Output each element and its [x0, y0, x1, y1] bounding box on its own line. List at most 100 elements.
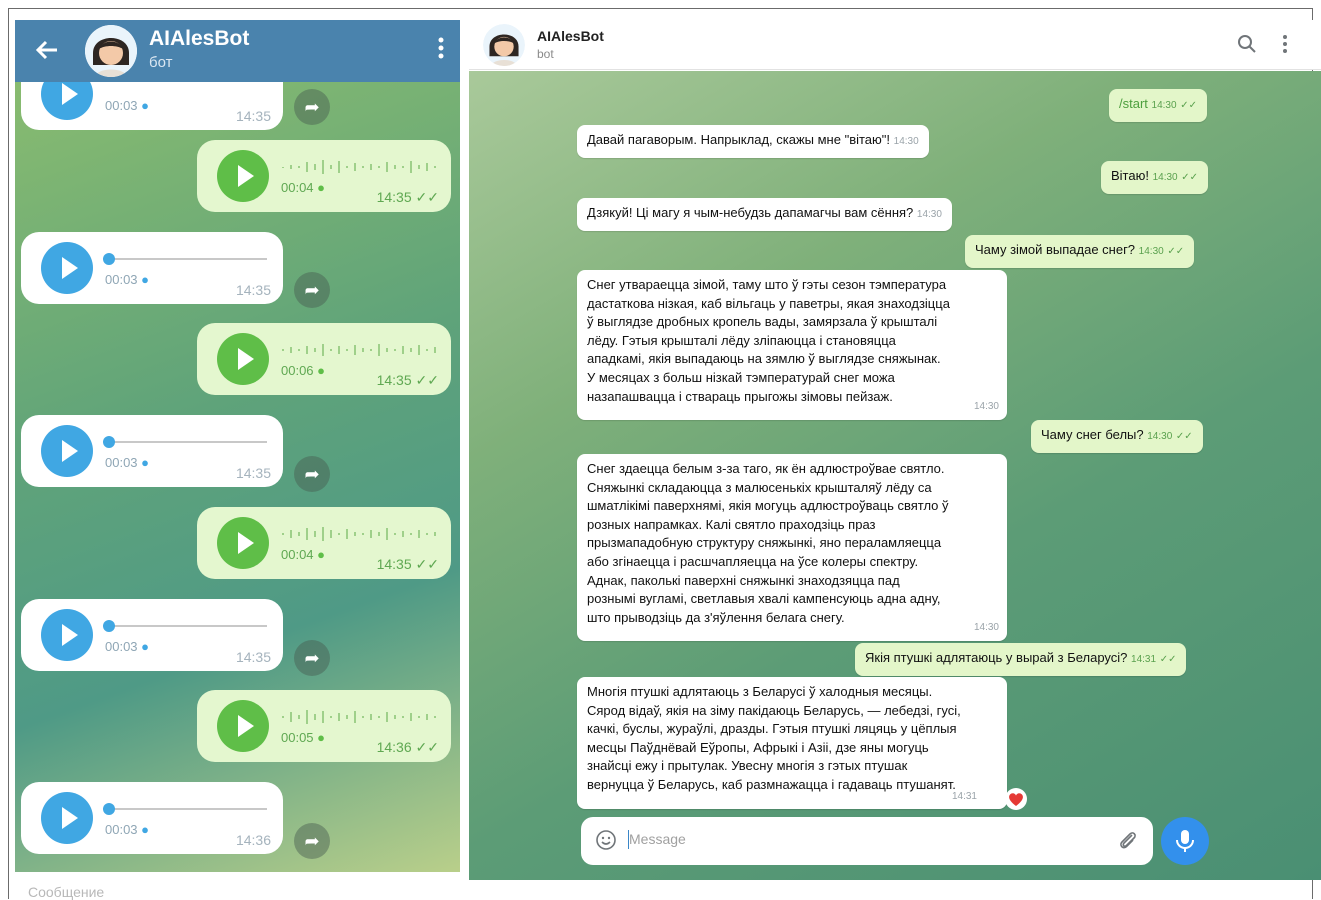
kebab-menu-icon[interactable] [436, 36, 446, 60]
outgoing-message[interactable]: Вітаю! 14:30 ✓✓ [1101, 161, 1209, 194]
message-text: Чаму зімой выпадае снег? [975, 242, 1136, 257]
incoming-message[interactable]: Давай пагаворым. Напрыклад, скажы мне "в… [577, 125, 929, 158]
message-time: 14:35 [235, 108, 271, 124]
voice-waveform [282, 344, 436, 356]
desktop-chat-area: /start 14:30 ✓✓ Давай пагаворым. Напрыкл… [469, 71, 1321, 880]
message-time: 14:30 [916, 209, 942, 220]
command-link[interactable]: /start [1119, 96, 1148, 111]
bot-avatar[interactable] [483, 24, 525, 66]
forward-icon[interactable]: ➦ [294, 272, 330, 308]
message-text: Многія птушкі адлятаюць з Беларусі ў хал… [587, 684, 961, 792]
message-time: 14:30 [973, 621, 999, 633]
outgoing-message[interactable]: Чаму зімой выпадае снег? 14:30 ✓✓ [965, 235, 1195, 268]
voice-waveform [282, 160, 436, 174]
voice-progress-knob[interactable] [103, 436, 115, 448]
message-time: 14:31 [951, 790, 977, 802]
voice-progress-track [107, 625, 267, 627]
desktop-chat-subtitle: bot [537, 47, 554, 61]
voice-progress-knob[interactable] [103, 620, 115, 632]
message-time: 14:30 [1147, 431, 1173, 442]
mobile-chat-header: AIAlesBot бот [15, 20, 460, 82]
attach-icon[interactable] [1117, 829, 1139, 853]
voice-waveform [282, 710, 436, 724]
voice-message: 00:03 ● 14:35 [21, 415, 283, 487]
desktop-chat-window: AIAlesBot bot /start 14:30 ✓✓ Давай пага… [469, 20, 1321, 880]
voice-duration: 00:03 ● [105, 639, 150, 654]
message-time: 14:30 [973, 400, 999, 412]
message-input-bar: Message [581, 817, 1153, 865]
message-time: 14:35 [235, 649, 271, 665]
forward-icon[interactable]: ➦ [294, 456, 330, 492]
message-text: Якія птушкі адлятаюць у вырай з Беларусі… [865, 650, 1128, 665]
heart-icon [1009, 793, 1023, 806]
voice-message: 00:03 ● 14:35 [21, 599, 283, 671]
voice-progress-track [107, 258, 267, 260]
play-icon[interactable] [217, 517, 269, 569]
message-input[interactable]: Message [629, 831, 686, 847]
message-text: Дзякуй! Ці магу я чым-небудзь дапамагчы … [587, 205, 914, 220]
message-text: Чаму снег белы? [1041, 427, 1144, 442]
voice-duration: 00:06 ● [281, 363, 326, 378]
message-time: 14:35 [235, 282, 271, 298]
forward-icon[interactable]: ➦ [294, 89, 330, 125]
mobile-chat-title: AIAlesBot [149, 27, 250, 50]
message-text: Вітаю! [1111, 168, 1149, 183]
play-icon[interactable] [217, 700, 269, 752]
voice-message: 00:03 ● 14:35 [21, 232, 283, 304]
voice-progress-track [107, 808, 267, 810]
read-ticks-icon: ✓✓ [1167, 246, 1185, 257]
voice-waveform [282, 527, 436, 541]
play-icon[interactable] [41, 425, 93, 477]
voice-message: 00:06 ● 14:35 ✓✓ [197, 323, 451, 395]
forward-icon[interactable]: ➦ [294, 823, 330, 859]
voice-progress-track [107, 441, 267, 443]
back-arrow-icon[interactable] [33, 34, 61, 66]
desktop-chat-header: AIAlesBot bot [469, 20, 1321, 70]
read-ticks-icon: ✓✓ [1181, 172, 1199, 183]
play-icon[interactable] [41, 792, 93, 844]
message-time: 14:35 ✓✓ [376, 189, 439, 205]
play-icon[interactable] [217, 150, 269, 202]
message-time: 14:30 [1152, 172, 1178, 183]
incoming-message[interactable]: Снег здаецца белым з-за таго, як ён адлю… [577, 454, 1007, 642]
emoji-icon[interactable] [595, 829, 617, 851]
mobile-input-placeholder[interactable]: Сообщение [28, 884, 104, 900]
heart-reaction[interactable] [1005, 788, 1027, 810]
incoming-message[interactable]: Снег утвараецца зімой, таму што ў гэты с… [577, 270, 1007, 421]
kebab-menu-icon[interactable] [1281, 34, 1289, 54]
mic-button[interactable] [1161, 817, 1209, 865]
play-icon[interactable] [41, 609, 93, 661]
message-text: Снег утвараецца зімой, таму што ў гэты с… [587, 277, 950, 404]
voice-duration: 00:03 ● [105, 272, 150, 287]
message-time: 14:35 ✓✓ [376, 556, 439, 572]
bot-avatar[interactable] [85, 25, 137, 77]
voice-message: 00:04 ● 14:35 ✓✓ [197, 140, 451, 212]
incoming-message[interactable]: Дзякуй! Ці магу я чым-небудзь дапамагчы … [577, 198, 952, 231]
voice-duration: 00:03 ● [105, 455, 150, 470]
play-icon[interactable] [217, 333, 269, 385]
search-icon[interactable] [1237, 34, 1257, 54]
outgoing-message[interactable]: Якія птушкі адлятаюць у вырай з Беларусі… [855, 643, 1187, 676]
voice-duration: 00:03 ● [105, 98, 150, 113]
message-time: 14:35 [235, 465, 271, 481]
forward-icon[interactable]: ➦ [294, 640, 330, 676]
play-icon[interactable] [41, 242, 93, 294]
voice-duration: 00:05 ● [281, 730, 326, 745]
voice-message: 00:04 ● 14:35 ✓✓ [197, 507, 451, 579]
message-text: Снег здаецца белым з-за таго, як ён адлю… [587, 461, 949, 625]
read-ticks-icon: ✓✓ [1175, 431, 1193, 442]
message-time: 14:36 [235, 832, 271, 848]
message-time: 14:30 [893, 136, 919, 147]
mobile-chat-window: AIAlesBot бот 00:03 ● 14:35 ➦ 00:04 ● 14… [15, 20, 460, 872]
desktop-chat-title: AIAlesBot [537, 28, 604, 44]
outgoing-message[interactable]: Чаму снег белы? 14:30 ✓✓ [1031, 420, 1203, 453]
mic-icon [1176, 830, 1194, 852]
voice-progress-knob[interactable] [103, 253, 115, 265]
message-text: Давай пагаворым. Напрыклад, скажы мне "в… [587, 132, 891, 147]
message-time: 14:36 ✓✓ [376, 739, 439, 755]
voice-progress-knob[interactable] [103, 803, 115, 815]
incoming-message[interactable]: Многія птушкі адлятаюць з Беларусі ў хал… [577, 677, 1007, 809]
voice-duration: 00:04 ● [281, 547, 326, 562]
outgoing-message[interactable]: /start 14:30 ✓✓ [1109, 89, 1207, 122]
read-ticks-icon: ✓✓ [1180, 100, 1197, 111]
